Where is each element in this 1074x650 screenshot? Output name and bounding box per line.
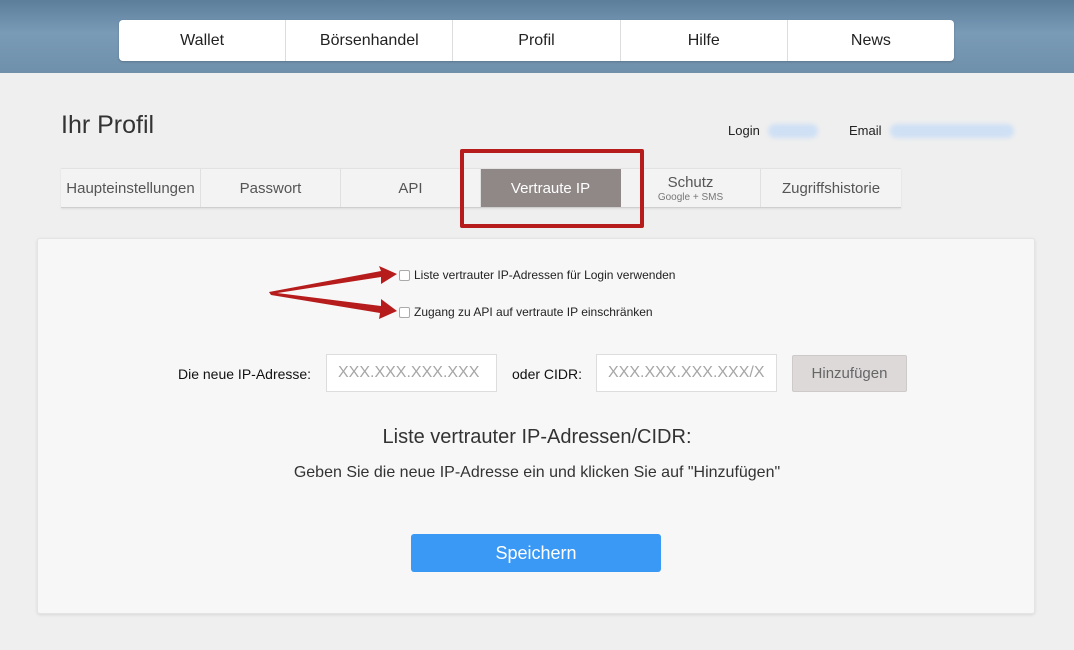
main-navigation: Wallet Börsenhandel Profil Hilfe News — [119, 20, 954, 61]
nav-item-boersenhandel[interactable]: Börsenhandel — [286, 20, 454, 61]
tab-zugriffshistorie[interactable]: Zugriffshistorie — [761, 169, 901, 207]
tab-sublabel: Google + SMS — [657, 191, 724, 203]
page-title: Ihr Profil — [61, 111, 155, 139]
trusted-list-title: Liste vertrauter IP-Adressen/CIDR: — [382, 426, 692, 448]
annotation-arrows — [269, 266, 397, 319]
arrow-to-login-option — [269, 266, 397, 294]
tab-label: Schutz — [667, 173, 714, 191]
nav-item-news[interactable]: News — [788, 20, 954, 61]
email-value-redacted — [889, 123, 1014, 138]
tab-label: API — [398, 179, 423, 197]
tab-label: Haupteinstellungen — [66, 179, 195, 197]
tab-haupteinstellungen[interactable]: Haupteinstellungen — [61, 169, 201, 207]
use-for-login-label: Liste vertrauter IP-Adressen für Login v… — [414, 268, 676, 282]
email-label: Email — [849, 123, 882, 138]
save-button[interactable]: Speichern — [411, 534, 661, 572]
login-info: Login — [728, 123, 818, 138]
tab-label: Passwort — [239, 179, 302, 197]
nav-item-hilfe[interactable]: Hilfe — [621, 20, 788, 61]
tab-passwort[interactable]: Passwort — [201, 169, 341, 207]
add-button[interactable]: Hinzufügen — [792, 355, 907, 392]
cidr-input[interactable] — [596, 354, 777, 392]
login-label: Login — [728, 123, 760, 138]
annotation-highlight-box — [460, 149, 644, 228]
nav-item-profil[interactable]: Profil — [453, 20, 621, 61]
email-info: Email — [849, 123, 1014, 138]
restrict-api-checkbox[interactable] — [399, 306, 410, 318]
restrict-api-label: Zugang zu API auf vertraute IP einschrän… — [414, 305, 653, 319]
option-use-for-login: Liste vertrauter IP-Adressen für Login v… — [399, 268, 675, 282]
cidr-label: oder CIDR: — [512, 366, 583, 382]
option-restrict-api: Zugang zu API auf vertraute IP einschrän… — [399, 305, 653, 319]
tab-label: Zugriffshistorie — [781, 179, 881, 197]
use-for-login-checkbox[interactable] — [399, 269, 410, 281]
arrow-to-api-option — [269, 292, 397, 319]
login-value-redacted — [767, 123, 818, 138]
nav-item-wallet[interactable]: Wallet — [119, 20, 287, 61]
trusted-list-hint: Geben Sie die neue IP-Adresse ein und kl… — [293, 464, 781, 481]
ip-address-label: Die neue IP-Adresse: — [178, 366, 312, 382]
ip-address-input[interactable] — [326, 354, 497, 392]
